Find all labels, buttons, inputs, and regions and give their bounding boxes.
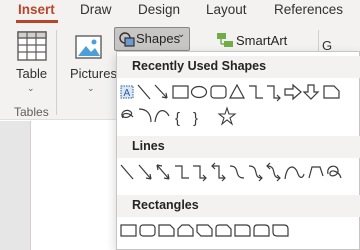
tab-references[interactable]: References — [274, 2, 343, 17]
tab-design[interactable]: Design — [138, 2, 180, 17]
elbow-arrow-connector-icon[interactable] — [193, 165, 207, 182]
smartart-icon — [217, 33, 233, 47]
rounded-rectangle-icon[interactable] — [139, 224, 156, 237]
line-arrow-icon[interactable] — [138, 164, 152, 180]
line-icon[interactable] — [120, 164, 134, 180]
rectangles-grid — [120, 224, 289, 237]
lines-grid — [120, 162, 342, 182]
curved-arrow-connector-icon[interactable] — [248, 165, 263, 182]
arc-icon[interactable] — [138, 108, 152, 123]
right-brace-icon[interactable]: } — [193, 110, 198, 127]
section-title-recent: Recently Used Shapes — [132, 59, 267, 73]
tab-draw[interactable]: Draw — [80, 2, 112, 17]
table-chevron-icon[interactable]: ⌄ — [27, 83, 35, 94]
line-double-arrow-icon[interactable] — [156, 164, 170, 180]
table-label: Table — [16, 66, 48, 81]
curve-icon[interactable] — [154, 110, 170, 123]
round-diagonal-corner-rectangle-icon[interactable] — [272, 224, 289, 237]
freeform-icon[interactable] — [308, 166, 324, 179]
elbow-arrow-connector-icon[interactable] — [267, 85, 281, 102]
right-arrow-icon[interactable] — [284, 83, 302, 101]
star-icon[interactable] — [217, 106, 237, 126]
smartart-label: SmartArt — [236, 33, 288, 48]
triangle-icon[interactable] — [228, 83, 246, 99]
shapes-icon — [119, 32, 135, 47]
shapes-chevron-icon: ⌄ — [177, 29, 186, 40]
snip-same-side-corner-rectangle-icon[interactable] — [177, 224, 194, 237]
table-icon — [17, 31, 47, 61]
down-arrow-icon[interactable] — [302, 84, 320, 100]
scribble-icon[interactable] — [327, 165, 342, 179]
curved-double-arrow-connector-icon[interactable] — [266, 162, 281, 182]
rectangle-icon[interactable] — [172, 85, 189, 99]
oval-icon[interactable] — [190, 85, 208, 99]
section-title-lines: Lines — [132, 139, 165, 153]
line-icon[interactable] — [137, 84, 151, 100]
rectangle-icon[interactable] — [120, 224, 137, 237]
snip-corner-rectangle-icon[interactable] — [323, 85, 340, 99]
tables-group-label: Tables — [14, 105, 49, 119]
snip-round-single-corner-rectangle-icon[interactable] — [215, 224, 232, 237]
freeform-scribble-icon[interactable] — [121, 109, 134, 119]
active-tab-indicator — [16, 20, 58, 23]
round-single-corner-rectangle-icon[interactable] — [234, 224, 251, 237]
shapes-gallery-dropdown: Recently Used Shapes A { } Lines Rectang… — [116, 51, 360, 250]
curved-connector-icon[interactable] — [229, 165, 245, 179]
recent-shapes-grid: A { } — [120, 83, 340, 127]
ribbon-tab-bar: Insert Draw Design Layout References — [0, 0, 360, 24]
text-box-icon[interactable]: A — [120, 85, 134, 99]
round-same-side-corner-rectangle-icon[interactable] — [253, 224, 270, 237]
pictures-chevron-icon[interactable]: ⌄ — [87, 83, 95, 94]
section-title-rectangles: Rectangles — [132, 198, 199, 212]
pictures-icon — [75, 35, 102, 59]
shapes-label: Shapes — [136, 31, 181, 46]
snip-single-corner-rectangle-icon[interactable] — [158, 224, 175, 237]
shapes-button[interactable]: Shapes ⌄ — [114, 27, 190, 51]
rounded-rectangle-icon[interactable] — [210, 85, 227, 99]
pictures-label: Pictures — [70, 66, 117, 81]
left-brace-icon[interactable]: { — [175, 110, 180, 127]
arrow-line-icon[interactable] — [154, 84, 168, 99]
tab-layout[interactable]: Layout — [206, 2, 247, 17]
text-box-glyph: A — [124, 88, 131, 99]
snip-diagonal-corner-rectangle-icon[interactable] — [196, 224, 213, 237]
elbow-connector-icon[interactable] — [175, 165, 189, 179]
elbow-double-arrow-connector-icon[interactable] — [211, 162, 226, 182]
tab-insert[interactable]: Insert — [18, 2, 55, 17]
group-divider — [56, 30, 57, 115]
elbow-connector-icon[interactable] — [249, 85, 263, 99]
curve-icon[interactable] — [284, 166, 305, 180]
